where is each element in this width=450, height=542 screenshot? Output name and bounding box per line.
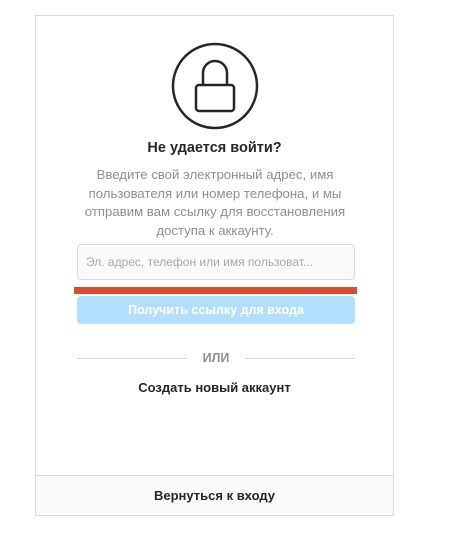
back-to-login-label: Вернуться к входу [153, 488, 275, 503]
get-login-link-button[interactable]: Получить ссылку для входа [77, 296, 355, 324]
or-divider: ИЛИ [77, 350, 355, 366]
back-to-login-button[interactable]: Вернуться к входу [35, 475, 394, 516]
recovery-card: Не удается войти? Введите свой электронн… [35, 15, 394, 475]
account-identifier-input[interactable] [77, 244, 355, 280]
highlight-bar [74, 287, 357, 294]
instructions-text: Введите свой электронный адрес, имя поль… [84, 167, 346, 238]
page-title: Не удается войти? [147, 140, 282, 156]
page: Не удается войти? Введите свой электронн… [0, 0, 450, 542]
create-account-link[interactable]: Создать новый аккаунт [36, 380, 393, 395]
divider-line-left [77, 357, 187, 359]
lock-icon [171, 42, 259, 130]
or-label: ИЛИ [202, 351, 230, 365]
divider-line-right [245, 357, 355, 359]
